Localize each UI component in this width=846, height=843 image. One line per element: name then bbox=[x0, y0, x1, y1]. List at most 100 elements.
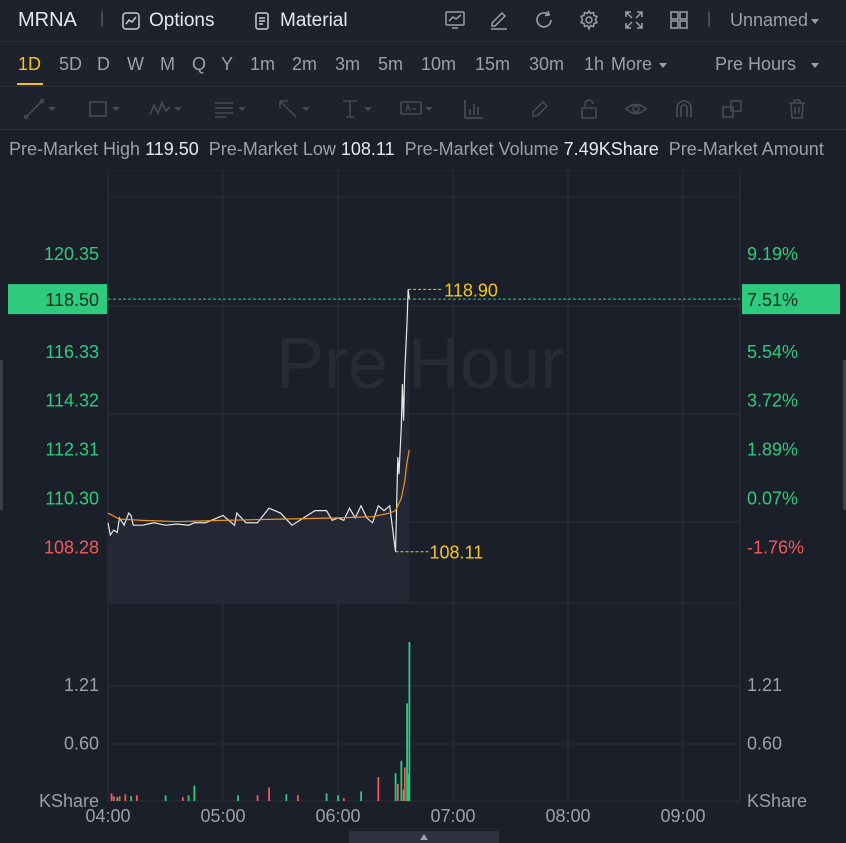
indicator-icon[interactable] bbox=[443, 8, 467, 32]
percent-tick-label: 1.89% bbox=[747, 440, 798, 460]
volume-bar bbox=[110, 793, 113, 801]
period-10m[interactable]: 10m bbox=[421, 54, 456, 75]
volume-bar bbox=[296, 795, 299, 801]
volume-bar bbox=[337, 795, 339, 801]
high-marker-label: 118.90 bbox=[444, 280, 498, 300]
options-button[interactable]: Options bbox=[121, 8, 214, 34]
high-label: Pre-Market High bbox=[9, 139, 141, 159]
volume-tick-label: 0.60 bbox=[64, 734, 99, 754]
edit-pencil-icon[interactable] bbox=[487, 8, 511, 32]
volume-bar bbox=[325, 793, 328, 801]
wave-pattern-icon[interactable] bbox=[148, 96, 182, 122]
percent-tick-label: -1.76% bbox=[747, 538, 804, 558]
volume-bar bbox=[135, 795, 138, 801]
period-1h[interactable]: 1h bbox=[584, 54, 604, 75]
document-icon bbox=[255, 12, 269, 30]
eye-icon[interactable] bbox=[624, 96, 648, 122]
period-q[interactable]: Q bbox=[192, 54, 206, 75]
more-periods-dropdown[interactable]: More bbox=[611, 54, 668, 75]
price-tick-label: 112.31 bbox=[45, 440, 99, 460]
brush-icon[interactable] bbox=[528, 96, 552, 122]
text-label-icon[interactable] bbox=[399, 96, 433, 122]
current-pct-label: 7.51% bbox=[747, 290, 798, 310]
price-tick-label: 116.33 bbox=[45, 342, 99, 362]
rectangle-icon[interactable] bbox=[86, 96, 120, 122]
caret-down-icon bbox=[811, 18, 820, 24]
period-m[interactable]: M bbox=[160, 54, 175, 75]
period-1m[interactable]: 1m bbox=[250, 54, 275, 75]
volume-bar bbox=[187, 795, 190, 801]
fullscreen-icon[interactable] bbox=[622, 8, 646, 32]
arrow-icon[interactable] bbox=[276, 96, 310, 122]
volume-bar bbox=[193, 785, 196, 801]
left-panel-handle[interactable] bbox=[0, 360, 3, 510]
low-label: Pre-Market Low bbox=[208, 139, 336, 159]
active-period-underline bbox=[17, 83, 43, 85]
time-tick-label: 07:00 bbox=[430, 806, 475, 826]
material-button[interactable]: Material bbox=[252, 8, 348, 34]
trash-icon[interactable] bbox=[785, 96, 809, 122]
text-cursor-icon[interactable] bbox=[338, 96, 372, 122]
drawing-toolbar bbox=[0, 88, 846, 130]
period-d[interactable]: D bbox=[97, 54, 110, 75]
volume-bar bbox=[164, 795, 167, 801]
period-selector: More Pre Hours 1D 5D D W M Q Y 1m 2m 3m 5m 10m 15m 30… bbox=[0, 43, 846, 87]
period-1d[interactable]: 1D bbox=[18, 54, 41, 75]
session-dropdown[interactable]: Pre Hours bbox=[715, 54, 820, 75]
top-toolbar: MRNA | Options Material | Unnamed bbox=[0, 0, 846, 42]
low-marker-label: 108.11 bbox=[430, 543, 484, 563]
average-line bbox=[107, 449, 410, 523]
volume-bar bbox=[237, 795, 239, 801]
refresh-icon[interactable] bbox=[532, 8, 556, 32]
period-30m[interactable]: 30m bbox=[529, 54, 564, 75]
session-label: Pre Hours bbox=[715, 54, 797, 74]
price-tick-label: 110.30 bbox=[45, 488, 99, 508]
volume-bar bbox=[360, 791, 362, 801]
time-tick-label: 04:00 bbox=[85, 806, 130, 826]
layout-grid-icon[interactable] bbox=[667, 8, 691, 32]
volume-bar bbox=[342, 798, 345, 801]
divider: | bbox=[100, 10, 105, 27]
volume-bar bbox=[116, 797, 119, 801]
period-w[interactable]: W bbox=[127, 54, 144, 75]
period-5m[interactable]: 5m bbox=[378, 54, 403, 75]
layers-icon[interactable] bbox=[720, 96, 744, 122]
caret-down-icon bbox=[811, 62, 820, 68]
volume-bar bbox=[285, 794, 288, 801]
more-label: More bbox=[611, 54, 653, 74]
period-y[interactable]: Y bbox=[221, 54, 233, 75]
price-chart[interactable]: Pre Hour 120.35 116.33 114.32 112.31 110.30 10… bbox=[0, 170, 846, 843]
layout-name-dropdown[interactable]: Unnamed bbox=[730, 10, 820, 31]
volume-tick-label: 1.21 bbox=[747, 675, 782, 695]
percent-tick-label: 0.07% bbox=[747, 488, 798, 508]
session-watermark: Pre Hour bbox=[276, 324, 564, 404]
period-15m[interactable]: 15m bbox=[475, 54, 510, 75]
volume-bar bbox=[124, 794, 127, 801]
volume-bar bbox=[397, 783, 399, 801]
volume-bar bbox=[268, 787, 270, 801]
volume-bar bbox=[403, 767, 406, 801]
price-tick-label: 120.35 bbox=[44, 244, 99, 264]
period-2m[interactable]: 2m bbox=[292, 54, 317, 75]
ticker-symbol[interactable]: MRNA bbox=[18, 9, 77, 32]
volume-bar bbox=[256, 795, 259, 801]
bar-pattern-icon[interactable] bbox=[462, 96, 486, 122]
trend-line-icon[interactable] bbox=[22, 96, 56, 122]
volume-bar bbox=[181, 797, 184, 801]
volume-bar bbox=[408, 642, 411, 801]
options-label: Options bbox=[149, 10, 215, 31]
chart-canvas[interactable]: Pre Hour 120.35 116.33 114.32 112.31 110.30 10… bbox=[0, 170, 846, 843]
layout-name-label: Unnamed bbox=[730, 10, 809, 30]
fibonacci-icon[interactable] bbox=[212, 96, 246, 122]
period-5d[interactable]: 5D bbox=[59, 54, 82, 75]
amount-label: Pre-Market Amount bbox=[668, 139, 824, 159]
volume-unit-label: KShare bbox=[747, 791, 807, 811]
lock-icon[interactable] bbox=[577, 96, 601, 122]
gear-icon[interactable] bbox=[577, 8, 601, 32]
volume-value: 7.49KShare bbox=[563, 139, 659, 159]
expand-panel-handle[interactable] bbox=[349, 831, 499, 843]
volume-label: Pre-Market Volume bbox=[404, 139, 559, 159]
period-3m[interactable]: 3m bbox=[335, 54, 360, 75]
magnet-icon[interactable] bbox=[672, 96, 696, 122]
divider: | bbox=[707, 10, 712, 27]
